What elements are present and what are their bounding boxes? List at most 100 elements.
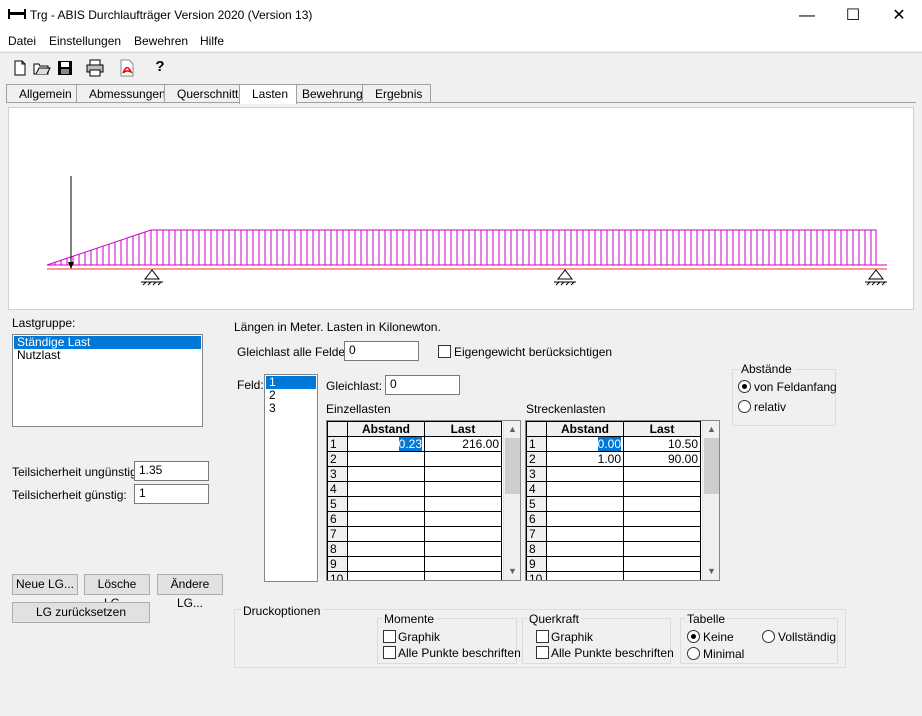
streckenlasten-scrollbar[interactable]: ▲ ▼	[702, 421, 719, 580]
cell-abstand[interactable]	[546, 511, 624, 527]
feld-item-3[interactable]: 3	[266, 402, 316, 415]
einzellasten-scrollbar[interactable]: ▲ ▼	[503, 421, 520, 580]
tabelle-minimal-label: Minimal	[703, 647, 745, 661]
cell-abstand[interactable]	[546, 466, 624, 482]
cell-abstand[interactable]: 0.23	[347, 436, 425, 452]
new-file-icon[interactable]	[10, 58, 30, 78]
open-folder-icon[interactable]	[32, 58, 52, 78]
menu-bewehren[interactable]: Bewehren	[134, 34, 188, 48]
cell-last[interactable]	[623, 526, 701, 542]
cell-abstand[interactable]	[546, 571, 624, 580]
cell-last[interactable]	[623, 466, 701, 482]
cell-last[interactable]	[623, 481, 701, 497]
menu-datei[interactable]: Datei	[8, 34, 36, 48]
cell-last[interactable]: 90.00	[623, 451, 701, 467]
menu-hilfe[interactable]: Hilfe	[200, 34, 224, 48]
row-number: 5	[526, 496, 547, 512]
cell-last[interactable]	[623, 511, 701, 527]
scroll-thumb[interactable]	[704, 438, 719, 494]
gleichlast-alle-input[interactable]: 0	[344, 341, 419, 361]
cell-abstand[interactable]: 0.00	[546, 436, 624, 452]
tab-abmessungen[interactable]: Abmessungen	[76, 84, 175, 103]
pdf-icon[interactable]	[117, 58, 137, 78]
cell-last[interactable]	[424, 556, 502, 572]
streckenlasten-grid[interactable]: Abstand Last 1 0.00 10.50 2 1.00 90.00 3 4 5…	[525, 420, 720, 581]
support-3	[865, 269, 887, 286]
neue-lg-button[interactable]: Neue LG...	[12, 574, 78, 595]
cell-abstand[interactable]	[546, 556, 624, 572]
row-number: 1	[327, 436, 348, 452]
relativ-radio[interactable]	[738, 400, 751, 413]
querkraft-alle-punkte-checkbox[interactable]	[536, 646, 549, 659]
tab-allgemein[interactable]: Allgemein	[6, 84, 81, 103]
tab-bewehrung[interactable]: Bewehrung	[289, 84, 372, 103]
cell-last[interactable]	[424, 451, 502, 467]
grid-corner	[327, 421, 348, 437]
cell-abstand[interactable]	[546, 541, 624, 557]
menu-einstellungen[interactable]: Einstellungen	[49, 34, 121, 48]
cell-last[interactable]	[623, 571, 701, 580]
scroll-up-arrow-icon[interactable]: ▲	[703, 421, 719, 438]
cell-last[interactable]: 10.50	[623, 436, 701, 452]
tabelle-minimal-radio[interactable]	[687, 647, 700, 660]
cell-abstand[interactable]	[347, 556, 425, 572]
cell-abstand[interactable]	[347, 511, 425, 527]
save-icon[interactable]	[55, 58, 75, 78]
lg-zuruecksetzen-button[interactable]: LG zurücksetzen	[12, 602, 150, 623]
cell-abstand[interactable]	[347, 541, 425, 557]
cell-last[interactable]	[623, 541, 701, 557]
tab-ergebnis[interactable]: Ergebnis	[362, 84, 432, 103]
close-button[interactable]: ✕	[876, 0, 922, 31]
help-icon[interactable]: ?	[150, 58, 170, 78]
units-info-text: Längen in Meter. Lasten in Kilonewton.	[234, 320, 441, 334]
einzellasten-grid[interactable]: Abstand Last 1 0.23 216.00 2 3 4 5 6 7 8 9…	[326, 420, 521, 581]
cell-last[interactable]	[424, 481, 502, 497]
gleichlast-input[interactable]: 0	[385, 375, 460, 395]
cell-abstand[interactable]	[546, 496, 624, 512]
cell-abstand[interactable]	[347, 496, 425, 512]
cell-abstand[interactable]	[546, 526, 624, 542]
feld-list[interactable]: 1 2 3	[264, 374, 318, 582]
tabelle-vollstaendig-radio[interactable]	[762, 630, 775, 643]
lastgruppe-list[interactable]: Ständige Last Nutzlast	[12, 334, 203, 427]
querkraft-graphik-checkbox[interactable]	[536, 630, 549, 643]
minimize-button[interactable]: —	[784, 0, 830, 31]
cell-abstand[interactable]	[347, 481, 425, 497]
cell-abstand[interactable]	[546, 481, 624, 497]
cell-abstand[interactable]: 1.00	[546, 451, 624, 467]
table-row: 8	[327, 541, 502, 557]
cell-last[interactable]	[424, 541, 502, 557]
lastgruppe-label: Lastgruppe:	[12, 316, 76, 330]
cell-last[interactable]	[424, 571, 502, 580]
teilsicherheit-unguenstig-input[interactable]: 1.35	[134, 461, 209, 481]
scroll-down-arrow-icon[interactable]: ▼	[703, 563, 719, 580]
table-row: 4	[526, 481, 701, 497]
eigengewicht-checkbox[interactable]	[438, 345, 451, 358]
cell-last[interactable]	[424, 496, 502, 512]
cell-last[interactable]	[424, 526, 502, 542]
aendere-lg-button[interactable]: Ändere LG...	[157, 574, 223, 610]
cell-abstand[interactable]	[347, 451, 425, 467]
cell-last[interactable]	[623, 556, 701, 572]
cell-last[interactable]: 216.00	[424, 436, 502, 452]
teilsicherheit-guenstig-input[interactable]: 1	[134, 484, 209, 504]
momente-alle-punkte-checkbox[interactable]	[383, 646, 396, 659]
scroll-down-arrow-icon[interactable]: ▼	[504, 563, 520, 580]
momente-graphik-checkbox[interactable]	[383, 630, 396, 643]
cell-last[interactable]	[424, 511, 502, 527]
list-item-nutzlast[interactable]: Nutzlast	[14, 349, 201, 362]
tab-lasten[interactable]: Lasten	[239, 84, 298, 104]
scroll-up-arrow-icon[interactable]: ▲	[504, 421, 520, 438]
scroll-thumb[interactable]	[505, 438, 520, 494]
maximize-button[interactable]: ☐	[830, 0, 876, 31]
cell-abstand[interactable]	[347, 571, 425, 580]
cell-abstand[interactable]	[347, 466, 425, 482]
von-feldanfang-radio[interactable]	[738, 380, 751, 393]
loesche-lg-button[interactable]: Lösche LG...	[84, 574, 150, 610]
cell-last[interactable]	[623, 496, 701, 512]
print-icon[interactable]	[85, 58, 105, 78]
cell-last[interactable]	[424, 466, 502, 482]
table-row: 1 0.23 216.00	[327, 436, 502, 452]
cell-abstand[interactable]	[347, 526, 425, 542]
tabelle-keine-radio[interactable]	[687, 630, 700, 643]
